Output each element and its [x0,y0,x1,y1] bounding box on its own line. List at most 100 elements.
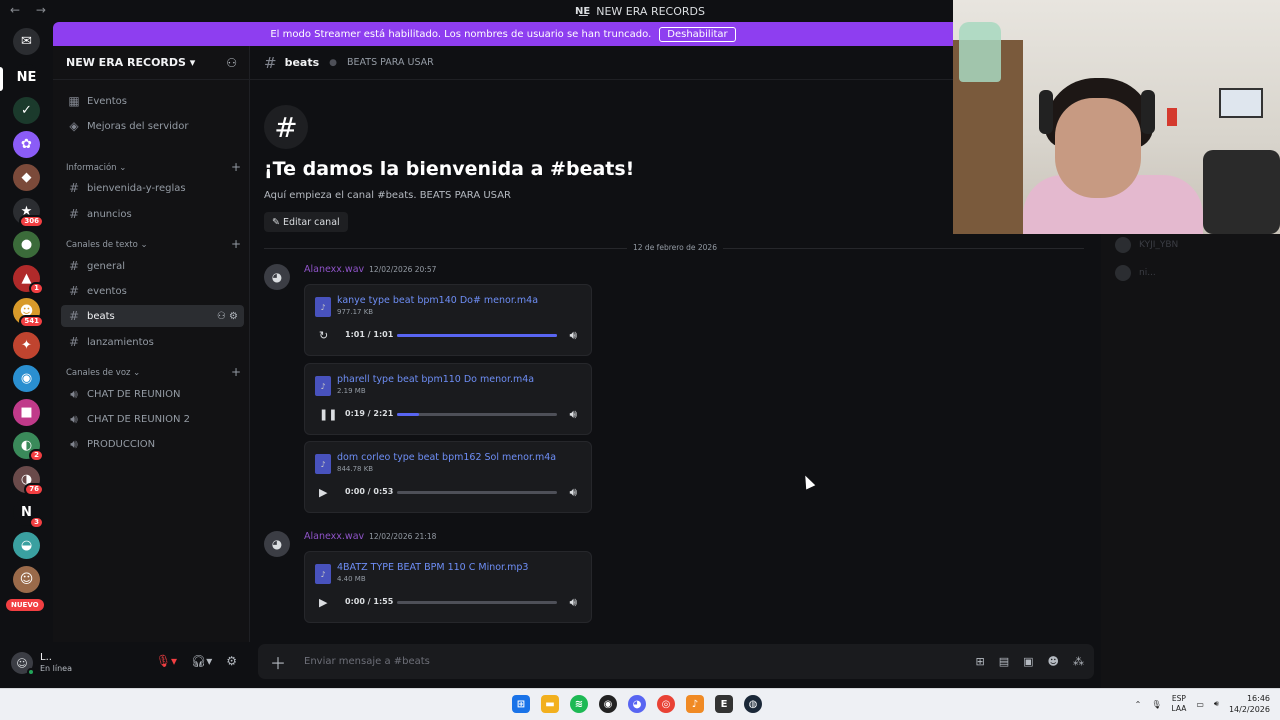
spotify-icon[interactable]: ≋ [570,695,588,713]
volume-icon[interactable]: 🔊︎ [569,595,577,610]
server-icon[interactable]: ◉ [13,365,40,392]
discord-icon[interactable]: ◕ [628,695,646,713]
play-icon[interactable]: ▶ [319,486,327,499]
add-channel-icon[interactable]: + [231,160,241,174]
sidebar-category[interactable]: Información ⌄ + [66,160,241,174]
volume-icon[interactable]: 🔊︎ [569,485,577,500]
server-icon[interactable]: ✿ [13,131,40,158]
sidebar-item-channel[interactable]: 🔊︎ PRODUCCION [61,433,244,455]
seek-bar[interactable] [397,601,557,604]
invite-people-icon[interactable]: ⚇ [226,56,237,70]
server-icon[interactable]: ■ [13,399,40,426]
gear-icon[interactable]: ⚙ [229,311,238,322]
attachment-filename[interactable]: pharell type beat bpm110 Do menor.m4a [337,374,534,385]
notification-badge: 541 [19,315,44,328]
server-icon[interactable]: ✦ [13,332,40,359]
headphones-icon[interactable]: 🎧︎▾ [191,654,212,668]
sidebar-item-channel[interactable]: 🔊︎ CHAT DE REUNION 2 [61,408,244,430]
disable-streamer-button[interactable]: Deshabilitar [659,26,736,42]
message-avatar[interactable]: ◕ [264,264,290,290]
sticker-icon[interactable]: ▣ [1023,655,1033,668]
attachment-filename[interactable]: dom corleo type beat bpm162 Sol menor.m4… [337,452,556,463]
language-indicator[interactable]: ESP LAA [1172,694,1187,714]
server-icon[interactable]: ◑ 76 [13,466,44,496]
speaker-icon: 🔊︎ [70,411,78,426]
server-icon[interactable]: N3 [13,499,44,529]
server-icon[interactable]: ◒ [13,532,40,559]
pause-icon[interactable]: ❚❚ [319,408,337,421]
sidebar-item-channel[interactable]: # general [61,255,244,277]
volume-icon[interactable]: 🔊︎ [569,407,577,422]
sidebar-category[interactable]: Canales de voz ⌄ + [66,365,241,379]
message-composer[interactable]: ＋ Enviar mensaje a #beats ⊞ ▤ ▣ ☻ ⁂ [258,644,1094,679]
sidebar-item-events[interactable]: ▦ Eventos [61,90,244,112]
sidebar-category[interactable]: Canales de texto ⌄ + [66,237,241,251]
member-item[interactable]: KYJI_YBN [1115,237,1178,253]
notification-badge: 76 [24,483,44,496]
server-icon[interactable]: ☺ [13,566,40,593]
play-icon[interactable]: ▶ [319,596,327,609]
add-member-icon[interactable]: ⚇ [217,311,229,322]
sidebar-item-channel[interactable]: # anuncios [61,203,244,225]
nav-arrows[interactable]: ← → [10,3,52,17]
webcam-headphones-left [1039,90,1053,134]
edit-channel-button[interactable]: ✎ Editar canal [264,212,348,232]
message-avatar[interactable]: ◕ [264,531,290,557]
seek-bar[interactable] [397,491,557,494]
attachment-filename[interactable]: 4BATZ TYPE BEAT BPM 110 C Minor.mp3 [337,562,528,573]
server-icon[interactable]: ☻ 541 [13,298,44,328]
start-icon[interactable]: ⊞ [512,695,530,713]
message-author[interactable]: Alanexx.wav 12/02/2026 21:18 [304,531,436,542]
fl-studio-icon[interactable]: ♪ [686,695,704,713]
obs-icon[interactable]: ◉ [599,695,617,713]
microphone-icon[interactable]: 🎙︎ [1151,700,1161,709]
clock[interactable]: 16:46 14/2/2026 [1229,693,1270,715]
server-icon[interactable]: NE [13,64,40,91]
server-icon[interactable]: ◐ 2 [13,432,44,462]
server-icon[interactable]: ★ 306 [13,198,44,228]
apps-icon[interactable]: ⁂ [1073,655,1084,668]
epic-games-icon[interactable]: E [715,695,733,713]
server-icon[interactable]: ▲ 1 [13,265,44,295]
channel-label: beats [87,310,115,322]
server-icon[interactable]: ● [13,231,40,258]
channel-topic[interactable]: BEATS PARA USAR [347,57,434,68]
seek-bar[interactable] [397,413,557,416]
new-badge: NUEVO [6,599,44,611]
server-icon[interactable]: ◆ [13,164,40,191]
gift-icon[interactable]: ⊞ [976,655,985,668]
add-channel-icon[interactable]: + [231,237,241,251]
network-icon[interactable]: ▭ [1196,700,1204,709]
date-divider-label: 12 de febrero de 2026 [627,243,723,252]
guild-header[interactable]: NEW ERA RECORDS ▾ ⚇ [53,46,249,80]
replay-icon[interactable]: ↻ [319,329,328,342]
sidebar-item-channel[interactable]: # beats ⚇ ⚙ [61,305,244,327]
sidebar-item-channel[interactable]: # lanzamientos [61,331,244,353]
emoji-icon[interactable]: ☻ [1048,655,1059,668]
attachment-filename[interactable]: kanye type beat bpm140 Do# menor.m4a [337,295,538,306]
sidebar-item-server-boosts[interactable]: ◈ Mejoras del servidor [61,115,244,137]
chevron-up-icon[interactable]: ⌃ [1135,700,1142,709]
add-channel-icon[interactable]: + [231,365,241,379]
discord-home-icon[interactable]: ✉ [13,28,40,55]
gear-icon[interactable]: ⚙ [226,654,237,668]
volume-icon[interactable]: 🔊︎ [569,328,577,343]
user-name: L.. [40,652,52,663]
member-item[interactable]: ni... [1115,265,1156,281]
server-icon[interactable]: ✓ [13,97,40,124]
avatar[interactable]: ☺ [11,652,35,676]
steam-icon[interactable]: ◍ [744,695,762,713]
message-author[interactable]: Alanexx.wav 12/02/2026 20:57 [304,264,436,275]
seek-bar[interactable] [397,334,557,337]
chrome-icon[interactable]: ◎ [657,695,675,713]
gif-icon[interactable]: ▤ [999,655,1009,668]
sidebar-item-channel[interactable]: # eventos [61,280,244,302]
category-name: Canales de voz [66,368,131,378]
volume-icon[interactable]: 🔊︎ [1214,699,1219,709]
add-attachment-icon[interactable]: ＋ [270,650,290,674]
mute-microphone-icon[interactable]: 🎙︎▾ [156,654,177,668]
file-explorer-icon[interactable]: ▬ [541,695,559,713]
sidebar-item-channel[interactable]: 🔊︎ CHAT DE REUNION [61,383,244,405]
message-input[interactable]: Enviar mensaje a #beats [304,656,430,667]
sidebar-item-channel[interactable]: # bienvenida-y-reglas [61,177,244,199]
